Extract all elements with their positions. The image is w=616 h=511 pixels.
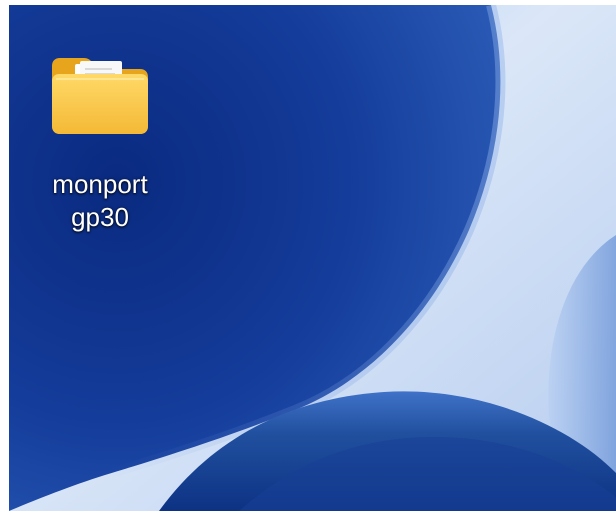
desktop-folder-icon-monport-gp30[interactable]: monport gp30 — [34, 42, 166, 242]
folder-label-line-1: monport — [52, 169, 148, 199]
folder-label: monport gp30 — [34, 168, 166, 234]
folder-label-line-2: gp30 — [71, 202, 129, 232]
folder-icon — [52, 58, 148, 134]
desktop-screen: monport gp30 — [0, 0, 616, 511]
